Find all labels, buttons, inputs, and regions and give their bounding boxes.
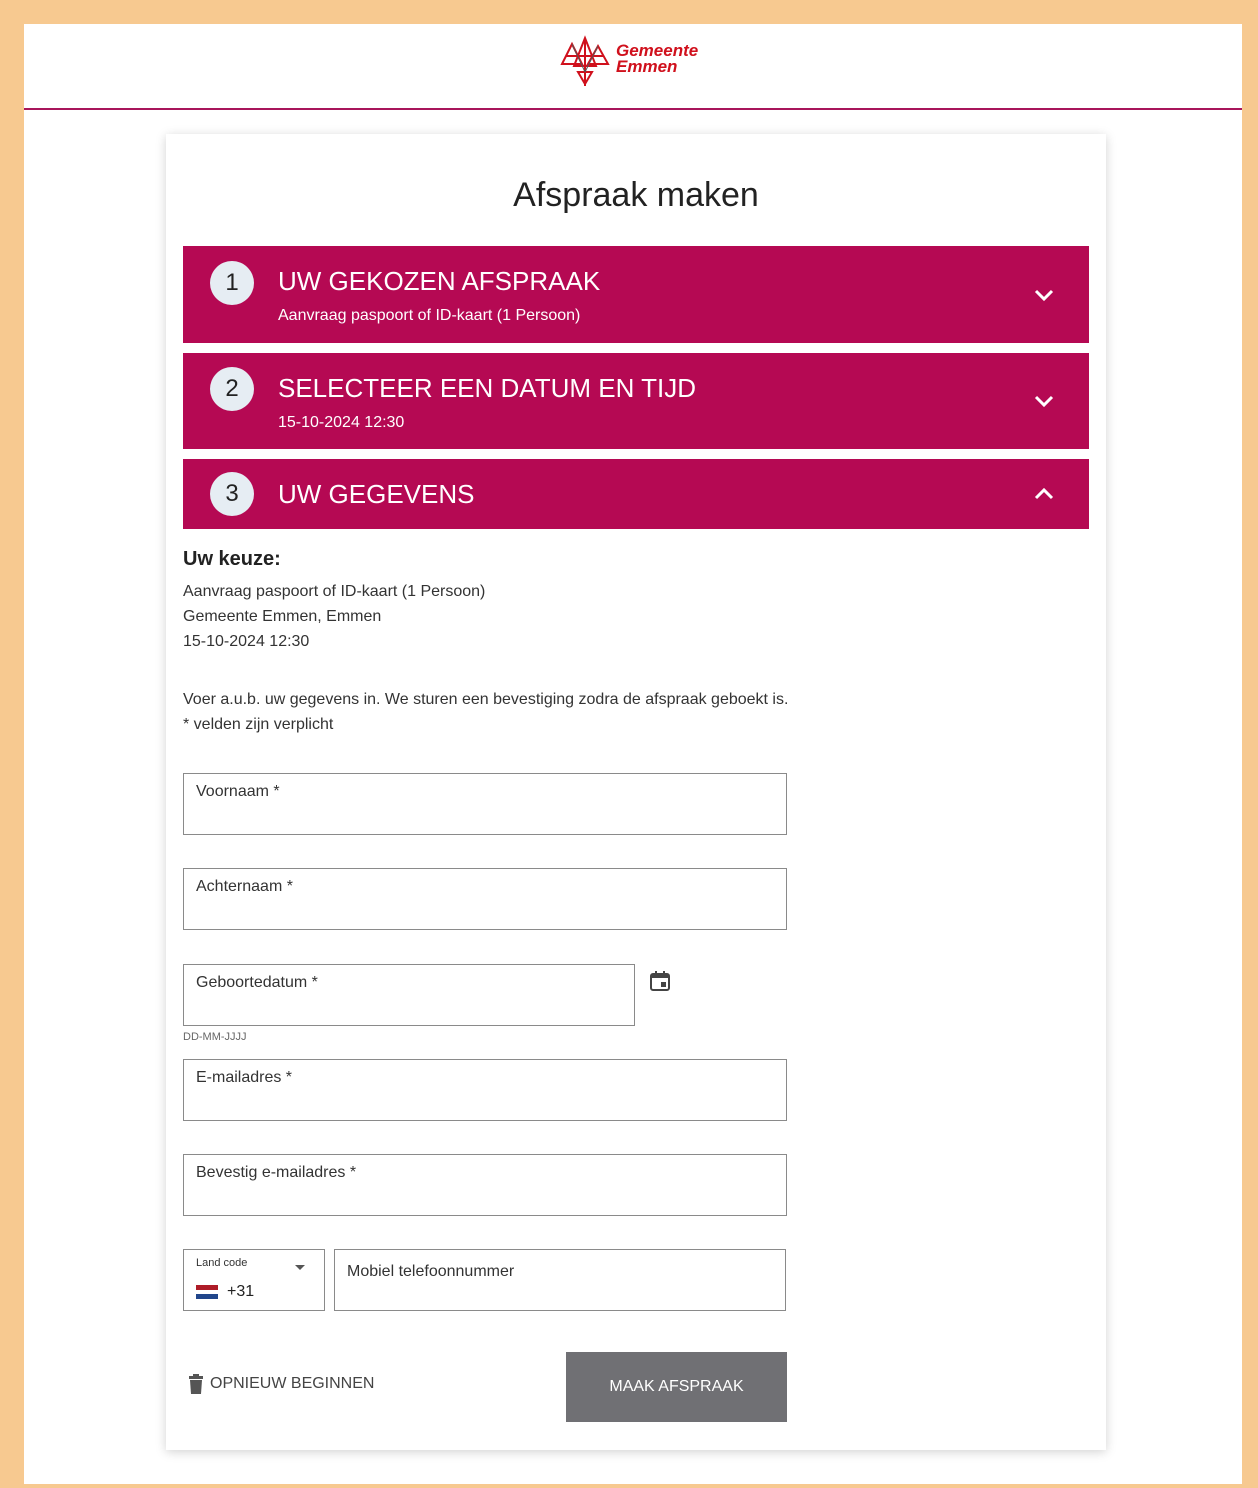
birthdate-input[interactable]	[196, 997, 583, 1017]
appointment-card: Afspraak maken 1 UW GEKOZEN AFSPRAAK Aan…	[166, 134, 1106, 1450]
last-name-label: Achternaam *	[196, 878, 293, 895]
email-confirm-field[interactable]: Bevestig e-mailadres *	[183, 1154, 787, 1216]
step-2-title: SELECTEER EEN DATUM EN TIJD	[278, 373, 696, 403]
step-2-badge: 2	[210, 367, 254, 411]
mobile-label: Mobiel telefoonnummer	[347, 1263, 515, 1280]
page-frame: Gemeente Emmen Afspraak maken 1 UW GEKOZ…	[24, 24, 1242, 1484]
first-name-label: Voornaam *	[196, 783, 280, 800]
country-code-select[interactable]: Land code +31	[183, 1249, 325, 1311]
page-title: Afspraak maken	[513, 176, 759, 214]
choice-heading: Uw keuze:	[183, 548, 281, 570]
step-3-panel[interactable]: 3 UW GEGEVENS	[183, 459, 1089, 529]
email-field[interactable]: E-mailadres *	[183, 1059, 787, 1121]
step-2-panel[interactable]: 2 SELECTEER EEN DATUM EN TIJD 15-10-2024…	[183, 353, 1089, 449]
trash-icon	[189, 1374, 203, 1394]
step-1-subtitle: Aanvraag paspoort of ID-kaart (1 Persoon…	[278, 307, 581, 324]
choice-service: Aanvraag paspoort of ID-kaart (1 Persoon…	[183, 583, 486, 600]
gemeente-emmen-logo[interactable]: Gemeente Emmen	[558, 32, 728, 92]
last-name-input[interactable]	[196, 901, 712, 921]
birthdate-hint: DD-MM-JJJJ	[183, 1031, 247, 1043]
first-name-field[interactable]: Voornaam *	[183, 773, 787, 835]
logo-mark-icon	[560, 35, 610, 86]
choice-location: Gemeente Emmen, Emmen	[183, 608, 382, 625]
mobile-field[interactable]: Mobiel telefoonnummer	[334, 1249, 786, 1311]
submit-button[interactable]: MAAK AFSPRAAK	[566, 1352, 787, 1422]
chevron-down-icon[interactable]	[1033, 394, 1055, 408]
country-code-value: +31	[227, 1283, 255, 1300]
instructions-text: Voer a.u.b. uw gegevens in. We sturen ee…	[183, 691, 789, 708]
required-note: * velden zijn verplicht	[183, 716, 334, 733]
reset-button[interactable]: OPNIEUW BEGINNEN	[188, 1374, 374, 1394]
email-confirm-label: Bevestig e-mailadres *	[196, 1164, 357, 1181]
step-2-subtitle: 15-10-2024 12:30	[278, 414, 405, 431]
netherlands-flag-icon	[196, 1285, 218, 1299]
step-1-panel[interactable]: 1 UW GEKOZEN AFSPRAAK Aanvraag paspoort …	[183, 246, 1089, 343]
caret-down-icon[interactable]	[294, 1264, 306, 1272]
first-name-input[interactable]	[196, 806, 712, 826]
last-name-field[interactable]: Achternaam *	[183, 868, 787, 930]
step-3-title: UW GEGEVENS	[278, 479, 475, 509]
email-input[interactable]	[196, 1092, 712, 1112]
birthdate-field[interactable]: Geboortedatum *	[183, 964, 635, 1026]
step-1-title: UW GEKOZEN AFSPRAAK	[278, 266, 601, 296]
site-header: Gemeente Emmen	[24, 24, 1242, 110]
step-3-badge: 3	[210, 472, 254, 516]
chevron-up-icon[interactable]	[1033, 487, 1055, 501]
country-code-label: Land code	[196, 1257, 248, 1269]
email-confirm-input[interactable]	[196, 1187, 712, 1207]
chevron-down-icon[interactable]	[1033, 288, 1055, 302]
logo-text: Gemeente Emmen	[616, 42, 698, 76]
mobile-input[interactable]	[347, 1286, 734, 1306]
birthdate-label: Geboortedatum *	[196, 974, 318, 991]
logo-text-line-2: Emmen	[616, 57, 678, 76]
calendar-icon[interactable]	[649, 970, 671, 992]
email-label: E-mailadres *	[196, 1069, 293, 1086]
reset-button-label: OPNIEUW BEGINNEN	[210, 1375, 375, 1392]
step-1-badge: 1	[210, 261, 254, 305]
choice-datetime: 15-10-2024 12:30	[183, 633, 310, 650]
